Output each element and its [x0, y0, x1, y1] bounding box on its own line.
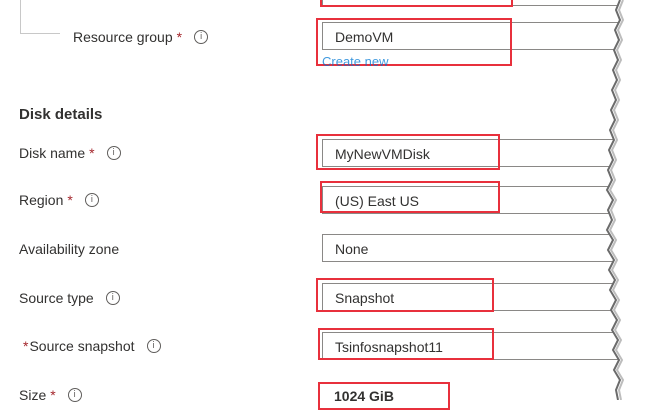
source-type-label: Source type i: [19, 289, 120, 307]
create-new-link[interactable]: Create new: [322, 54, 388, 69]
required-mark: *: [67, 192, 73, 208]
availability-zone-label-text: Availability zone: [19, 241, 120, 257]
resource-group-value: DemoVM: [335, 29, 394, 45]
resource-group-label-text: Resource group: [73, 29, 173, 45]
availability-zone-label: Availability zone: [19, 240, 119, 258]
required-mark: *: [89, 145, 95, 161]
disk-name-label: Disk name * i: [19, 144, 121, 162]
size-value: 1024 GiB: [334, 388, 394, 404]
disk-name-value: MyNewVMDisk: [335, 146, 430, 162]
availability-zone-value: None: [335, 241, 369, 257]
required-mark: *: [23, 338, 29, 354]
source-snapshot-select[interactable]: Tsinfosnapshot11: [322, 332, 622, 360]
source-type-label-text: Source type: [19, 290, 94, 306]
section-title-disk-details: Disk details: [19, 106, 103, 123]
info-icon[interactable]: i: [106, 146, 121, 160]
size-value-field[interactable]: 1024 GiB: [322, 381, 622, 409]
region-label: Region * i: [19, 191, 99, 209]
disk-name-label-text: Disk name: [19, 145, 86, 161]
region-label-text: Region: [19, 192, 64, 208]
availability-zone-select[interactable]: None: [322, 234, 622, 262]
torn-edge: [590, 0, 650, 400]
info-icon[interactable]: i: [146, 339, 161, 353]
previous-field-input[interactable]: [322, 0, 622, 6]
region-value: (US) East US: [335, 193, 420, 209]
region-select[interactable]: (US) East US: [322, 186, 622, 214]
source-snapshot-label: * Source snapshot i: [23, 337, 161, 355]
required-mark: *: [176, 29, 183, 45]
size-label: Size * i: [19, 386, 82, 404]
resource-group-select[interactable]: DemoVM: [322, 22, 622, 50]
info-icon[interactable]: i: [194, 30, 209, 44]
create-managed-disk-form: Resource group * i DemoVM Create new Dis…: [0, 0, 650, 410]
size-label-text: Size: [19, 387, 47, 403]
required-mark: *: [50, 387, 56, 403]
resource-group-label: Resource group * i: [73, 28, 209, 46]
disk-name-input[interactable]: MyNewVMDisk: [322, 139, 622, 167]
info-icon[interactable]: i: [84, 193, 99, 207]
tree-connector: [20, 0, 21, 33]
info-icon[interactable]: i: [105, 291, 120, 305]
tree-connector: [20, 33, 60, 34]
source-snapshot-value: Tsinfosnapshot11: [335, 339, 443, 355]
source-type-select[interactable]: Snapshot: [322, 283, 622, 311]
source-type-value: Snapshot: [335, 290, 395, 306]
source-snapshot-label-text: Source snapshot: [29, 338, 135, 354]
